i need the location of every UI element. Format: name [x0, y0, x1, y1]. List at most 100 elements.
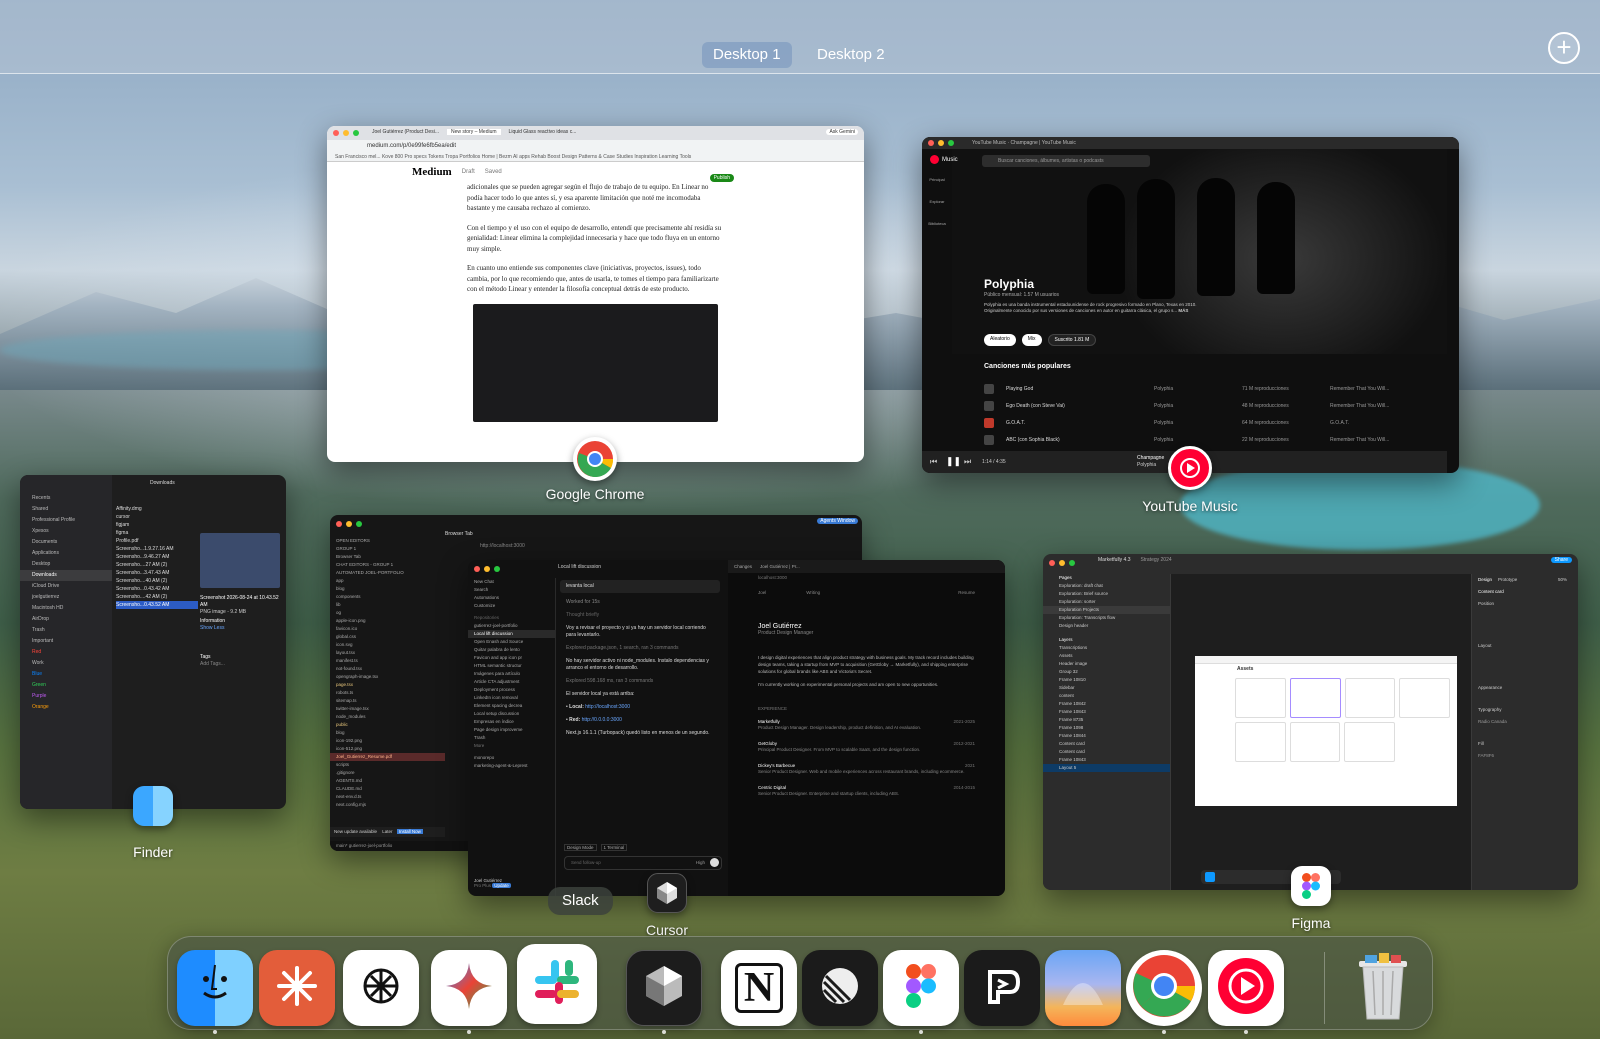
changes-tab[interactable]: Changes — [734, 564, 752, 569]
repo-item[interactable]: gutierrez-joel-portfolio — [468, 622, 555, 630]
install-now-button[interactable]: Install Now — [396, 829, 423, 834]
explorer-item[interactable]: CHAT EDITORS - GROUP 1 — [330, 561, 445, 569]
file-item[interactable]: figjam — [116, 521, 198, 529]
thread-item[interactable]: Open Enash and Source — [468, 638, 555, 646]
explorer-item[interactable]: AGENTS.md — [330, 777, 445, 785]
more-threads[interactable]: More — [468, 742, 555, 750]
thread-item[interactable]: Local setup discussion — [468, 710, 555, 718]
explored-summary[interactable]: Explored package.json, 1 search, ran 3 c… — [560, 645, 720, 652]
dock-claude[interactable] — [259, 950, 335, 1026]
explorer-item[interactable]: lib — [330, 601, 445, 609]
explorer-item[interactable]: Joel_Gutierrez_Resume.pdf — [330, 753, 445, 761]
dock-weather[interactable] — [1045, 950, 1121, 1026]
explorer-item[interactable]: Browser Tab — [330, 553, 445, 561]
nav-library[interactable]: Biblioteca — [926, 221, 948, 243]
mix-button[interactable]: Mix — [1021, 334, 1042, 346]
figma-share-button[interactable]: Share — [1550, 557, 1572, 563]
agents-window-button[interactable]: Agents Window — [817, 518, 858, 524]
file-item[interactable]: Screensho....42 AM (2) — [116, 593, 198, 601]
figma-file-tab[interactable]: Marketfully 4.3 — [1098, 557, 1131, 563]
explored-summary[interactable]: Explored 598.168 ms, ran 3 commands — [560, 678, 720, 685]
repo-item[interactable]: monorepo — [468, 754, 555, 762]
layer-item[interactable]: Group 32 — [1043, 668, 1170, 676]
space-desktop-1[interactable]: Desktop 1 — [702, 42, 792, 68]
previous-icon[interactable]: ⏮ — [930, 457, 937, 467]
thread-item[interactable]: Quitar palabra de lento — [468, 646, 555, 654]
layer-item[interactable]: Content card — [1043, 740, 1170, 748]
sidebar-item[interactable]: AirDrop — [20, 614, 112, 625]
design-mode-chip[interactable]: Design Mode — [564, 844, 597, 851]
shuffle-button[interactable]: Aleatorio — [984, 334, 1016, 346]
sidebar-item[interactable]: Professional Profile — [20, 515, 112, 526]
layer-item[interactable]: Frame 10843 — [1043, 756, 1170, 764]
site-nav-link[interactable]: Resume — [958, 590, 975, 595]
layer-item[interactable]: Frame 8735 — [1043, 716, 1170, 724]
font-family-select[interactable]: Radio Canada — [1472, 716, 1571, 728]
explorer-item[interactable]: twitter-image.tsx — [330, 705, 445, 713]
explorer-item[interactable]: next.config.mjs — [330, 801, 445, 809]
close-icon[interactable] — [333, 130, 339, 136]
minimize-icon[interactable] — [343, 130, 349, 136]
sidebar-tag[interactable]: Green — [20, 680, 112, 691]
bookmarks-bar[interactable]: San Francisco mel... Kove 800 Pro specs … — [327, 152, 864, 162]
sidebar-tag[interactable]: Blue — [20, 669, 112, 680]
layout-section[interactable]: Layout — [1472, 640, 1571, 652]
explorer-item[interactable]: public — [330, 721, 445, 729]
thread-item[interactable]: Deployment process — [468, 686, 555, 694]
cursor-agent-window[interactable]: New Chat Search Automations Customize Re… — [468, 560, 1005, 896]
article-body[interactable]: adicionales que se pueden agregar según … — [327, 182, 864, 422]
layer-item[interactable]: Assets — [1043, 652, 1170, 660]
new-chat-item[interactable]: New Chat — [468, 578, 555, 586]
sidebar-item-downloads[interactable]: Downloads — [20, 570, 112, 581]
explorer-item[interactable]: components — [330, 593, 445, 601]
explorer-item[interactable]: GROUP 1 — [330, 545, 445, 553]
model-selector[interactable]: High — [696, 857, 705, 869]
explorer-item[interactable]: not-found.tsx — [330, 665, 445, 673]
red-url-link[interactable]: http://0.0.0.0:3000 — [582, 717, 622, 723]
file-item[interactable]: Screensho...0.43.42 AM — [116, 585, 198, 593]
explorer-item[interactable]: sitemap.ts — [330, 697, 445, 705]
fill-section[interactable]: Fill — [1472, 738, 1571, 750]
explorer-item[interactable]: blog — [330, 729, 445, 737]
typography-section[interactable]: Typography — [1472, 704, 1571, 716]
explorer-item[interactable]: apple-icon.png — [330, 617, 445, 625]
site-nav-link[interactable]: Joel — [758, 590, 766, 595]
explorer-item[interactable]: icon.svg — [330, 641, 445, 649]
editor-tab[interactable]: Browser Tab — [445, 531, 473, 537]
position-section[interactable]: Position — [1472, 598, 1571, 610]
thread-item[interactable]: HTML semantic structur — [468, 662, 555, 670]
zoom-icon[interactable] — [353, 130, 359, 136]
sidebar-item[interactable]: Desktop — [20, 559, 112, 570]
more-link[interactable]: MÁS — [1178, 308, 1188, 313]
layer-item[interactable]: Frame 10844 — [1043, 732, 1170, 740]
song-row[interactable]: Playing God Polyphia 71 M reproducciones Re… — [984, 380, 1444, 397]
dock-cursor[interactable] — [626, 950, 702, 1026]
send-icon[interactable] — [710, 858, 719, 867]
sidebar-item[interactable]: Shared — [20, 504, 112, 515]
explorer-item[interactable]: robots.ts — [330, 689, 445, 697]
sidebar-item[interactable]: Documents — [20, 537, 112, 548]
space-desktop-2[interactable]: Desktop 2 — [806, 42, 896, 68]
chrome-tab[interactable]: Liquid Glass reactivo ideas c... — [509, 129, 577, 135]
add-space-button[interactable]: + — [1548, 32, 1580, 64]
layer-item-selected[interactable]: Layout 5 — [1043, 764, 1170, 772]
page-item[interactable]: Exploration: Brief source — [1043, 590, 1170, 598]
file-item[interactable]: Profile.pdf — [116, 537, 198, 545]
chrome-tab-active[interactable]: New story – Medium — [446, 129, 501, 135]
layer-item[interactable]: Header image — [1043, 660, 1170, 668]
publish-button[interactable]: Publish — [709, 174, 734, 182]
thread-item[interactable]: Empresas en índice — [468, 718, 555, 726]
file-item[interactable]: Screensho...9.46.27 AM — [116, 553, 198, 561]
search-item[interactable]: Search — [468, 586, 555, 594]
thread-item[interactable]: Trash — [468, 734, 555, 742]
page-item[interactable]: Design header — [1043, 622, 1170, 630]
ask-gemini-button[interactable]: Ask Gemini — [826, 129, 858, 135]
show-less-link[interactable]: Show Less — [200, 625, 280, 632]
layer-item[interactable]: Frame 1098 — [1043, 724, 1170, 732]
layer-item[interactable]: Frame 10810 — [1043, 676, 1170, 684]
sidebar-item[interactable]: Applications — [20, 548, 112, 559]
explorer-item[interactable]: app — [330, 577, 445, 585]
terminal-chip[interactable]: 1 Terminal — [600, 844, 628, 851]
thread-item[interactable]: LinkedIn icon removal — [468, 694, 555, 702]
sidebar-tag[interactable]: Orange — [20, 702, 112, 713]
